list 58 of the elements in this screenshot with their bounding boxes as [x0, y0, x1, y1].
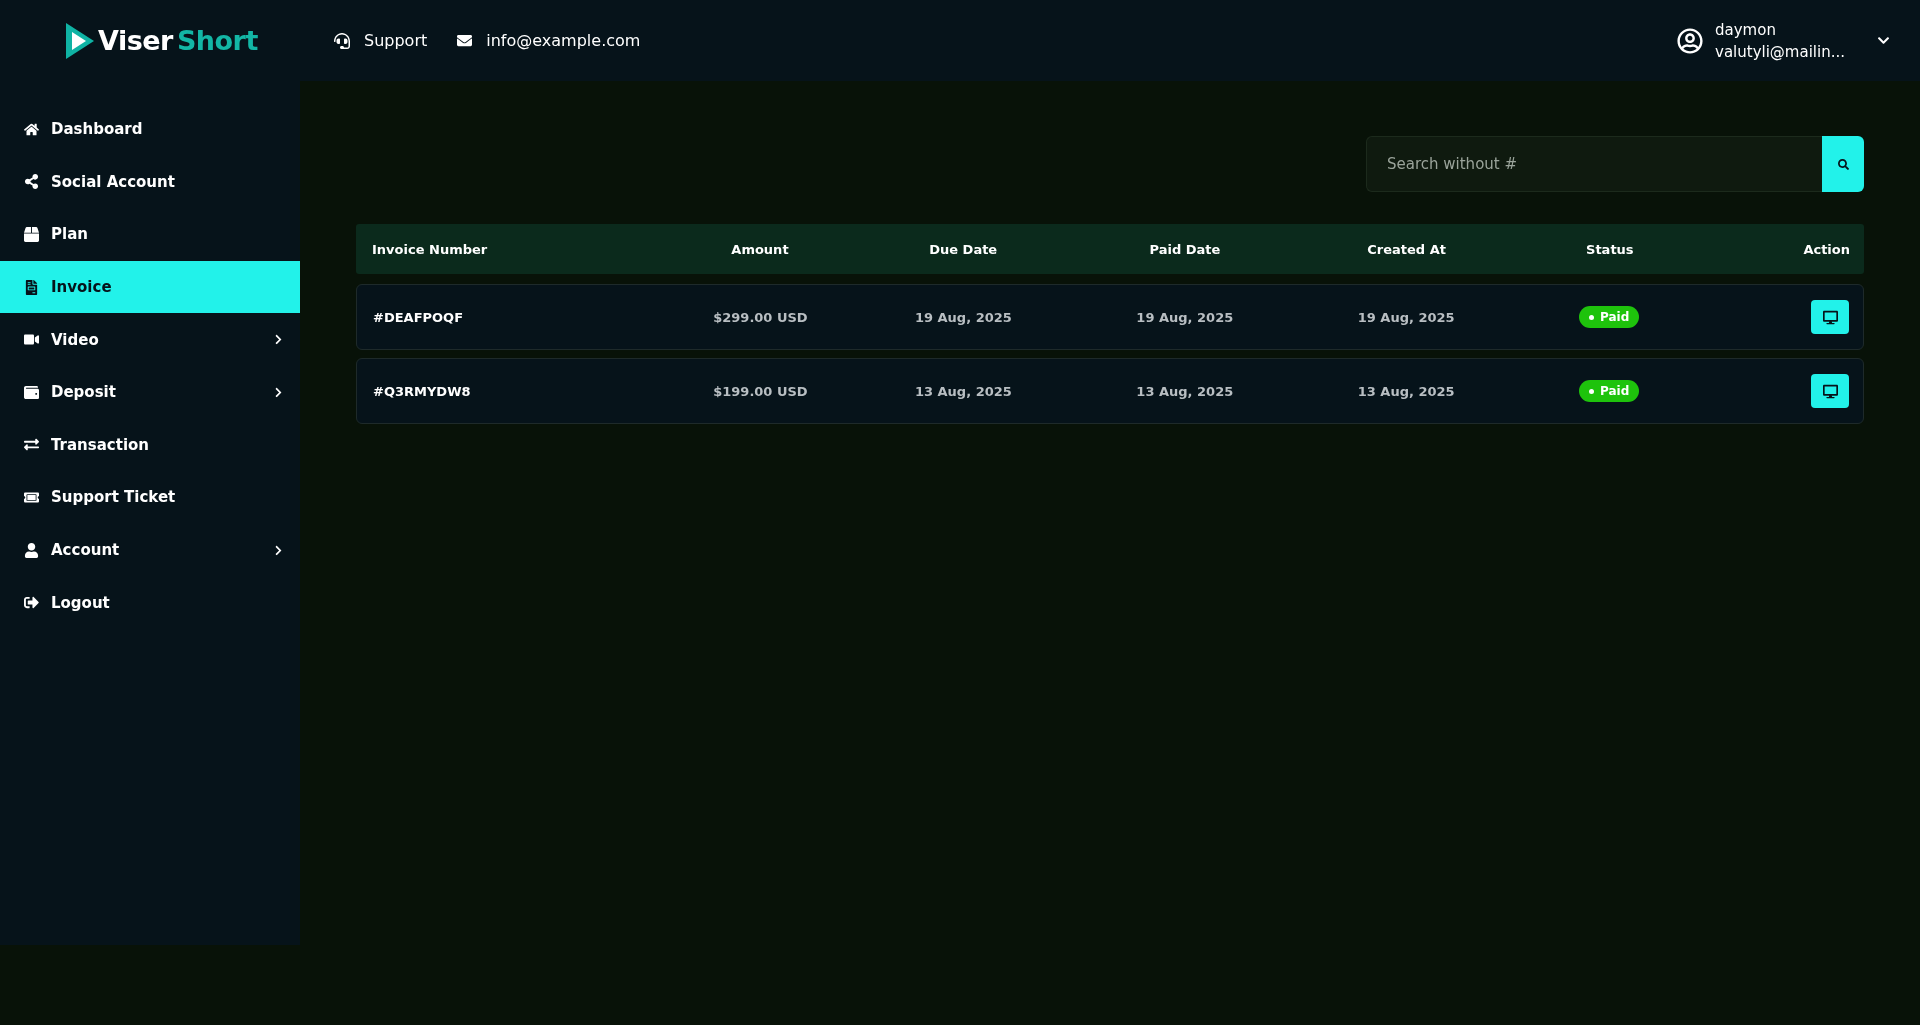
column-header: Due Date: [928, 241, 999, 257]
sidebar-item[interactable]: Deposit: [0, 365, 300, 419]
view-button[interactable]: [1811, 374, 1849, 408]
sidebar-item[interactable]: Social Account: [0, 155, 300, 209]
user-icon: [24, 542, 39, 558]
column-header: Amount: [730, 241, 790, 257]
table-cell-text: 19 Aug, 2025: [1135, 309, 1235, 325]
sidebar-item[interactable]: Transaction: [0, 418, 300, 472]
chevron-down-icon: [1877, 34, 1890, 47]
document-icon: [24, 279, 39, 295]
status-badge: Paid: [1579, 380, 1640, 402]
sidebar-item[interactable]: Dashboard: [0, 103, 300, 156]
logout-icon: [24, 595, 39, 611]
table-cell-text: $199.00 USD: [712, 383, 809, 399]
share-icon: [24, 174, 39, 190]
table-cell-text: 19 Aug, 2025: [913, 309, 1013, 325]
monitor-icon: [1822, 309, 1838, 325]
table-cell-text: 19 Aug, 2025: [1356, 309, 1456, 325]
logo-icon: [64, 22, 94, 59]
search-button[interactable]: [1822, 136, 1864, 192]
column-header: Created At: [1366, 241, 1447, 257]
table-cell-text: $299.00 USD: [712, 309, 809, 325]
support-link[interactable]: Support: [334, 31, 428, 50]
chevron-right-icon: [273, 386, 284, 398]
arrows-icon: [24, 437, 39, 453]
logo-text: Viser: [98, 25, 173, 56]
status-badge: Paid: [1579, 306, 1640, 328]
column-header: Action: [1802, 241, 1850, 257]
headset-icon: [334, 32, 350, 49]
table-cell-text: 13 Aug, 2025: [1135, 383, 1235, 399]
sidebar-item[interactable]: Logout: [0, 576, 300, 629]
table-cell-text: 13 Aug, 2025: [1356, 383, 1456, 399]
chevron-right-icon: [273, 334, 284, 346]
view-button[interactable]: [1811, 300, 1849, 334]
table-cell-text: 13 Aug, 2025: [913, 383, 1013, 399]
table-cell-text: #Q3RMYDW8: [373, 383, 472, 399]
sidebar-item[interactable]: Video: [0, 313, 300, 366]
search-field[interactable]: Search without #: [1366, 136, 1822, 192]
sidebar-item[interactable]: Account: [0, 523, 300, 577]
box-icon: [24, 227, 39, 242]
wallet-icon: [24, 384, 39, 400]
logo-text: Short: [176, 25, 258, 56]
chevron-right-icon: [273, 544, 284, 556]
table-cell-text: #DEAFPOQF: [373, 309, 465, 325]
column-header: Paid Date: [1148, 241, 1222, 257]
search-icon: [1837, 158, 1849, 170]
home-icon: [24, 121, 39, 137]
user-menu[interactable]: daymon valutyli@mailin...: [1677, 18, 1890, 63]
column-header: Status: [1585, 241, 1635, 257]
column-header: Invoice Number: [372, 241, 489, 257]
user-icon: [1677, 27, 1704, 54]
monitor-icon: [1822, 383, 1838, 399]
sidebar-item[interactable]: Plan: [0, 208, 300, 261]
envelope-icon: [457, 33, 473, 48]
video-camera-icon: [24, 332, 39, 348]
email-link[interactable]: info@example.com: [457, 31, 641, 50]
sidebar-item[interactable]: Invoice: [0, 260, 300, 314]
sidebar-item[interactable]: Support Ticket: [0, 471, 300, 524]
